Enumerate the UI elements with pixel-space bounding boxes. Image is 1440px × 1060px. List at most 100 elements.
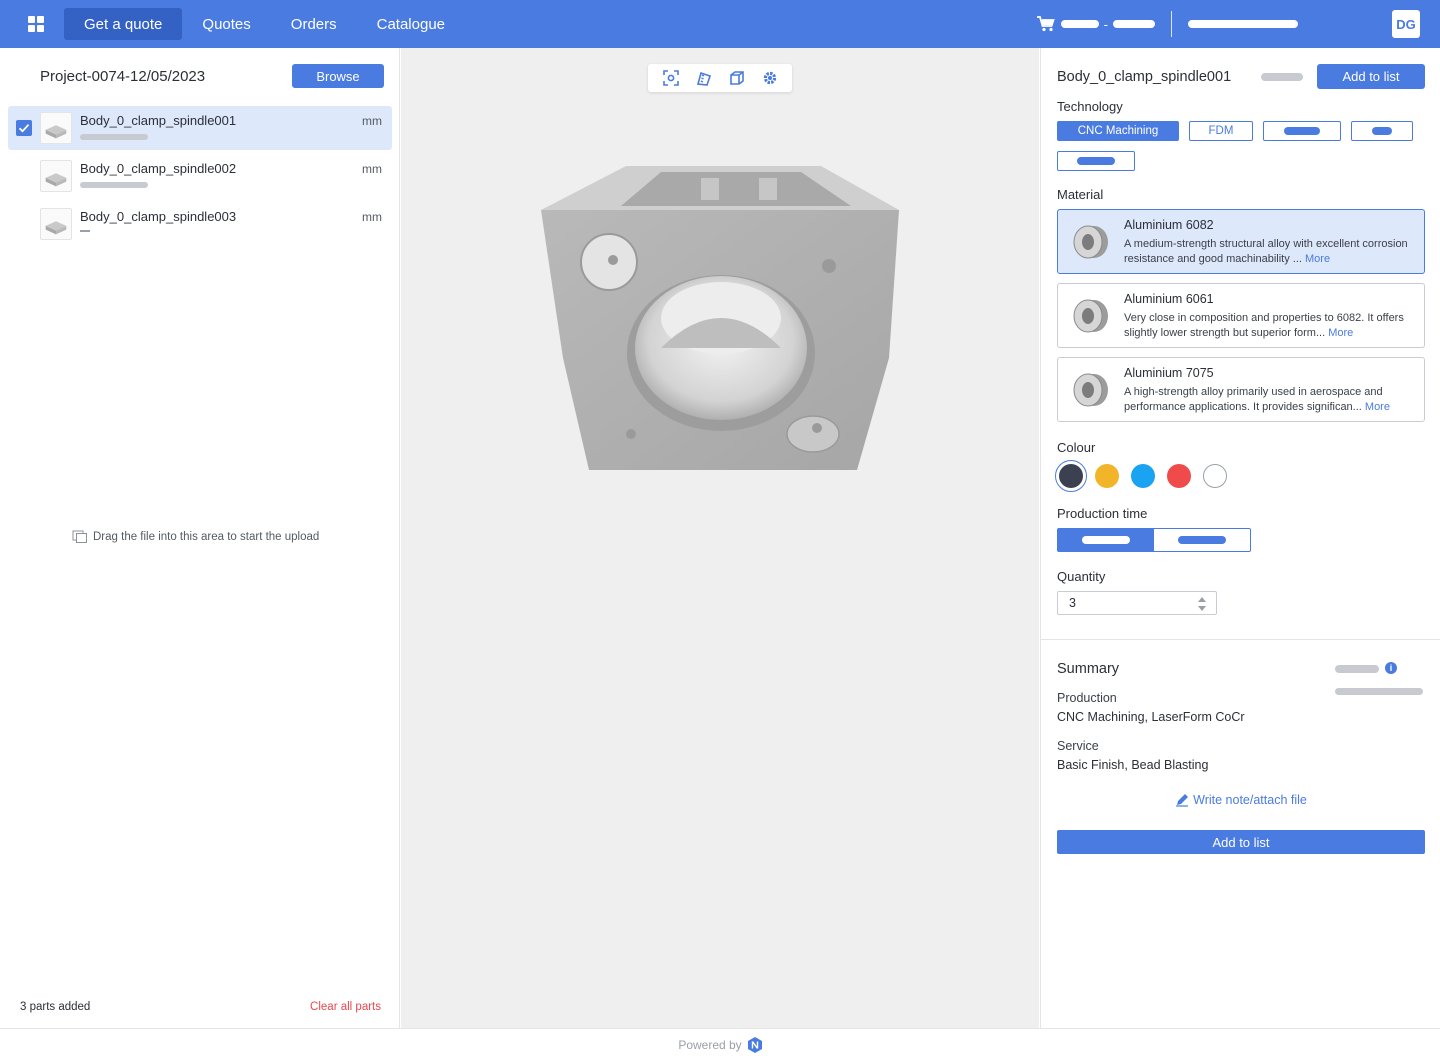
drop-zone-hint[interactable]: Drag the file into this area to start th… bbox=[72, 530, 319, 544]
tech-chip-cnc-machining[interactable]: CNC Machining bbox=[1057, 121, 1179, 141]
part-row[interactable]: Body_0_clamp_spindle002 mm bbox=[8, 154, 392, 198]
tech-chip-option-4[interactable] bbox=[1351, 121, 1413, 141]
material-description: A high-strength alloy primarily used in … bbox=[1124, 385, 1414, 415]
summary-total-placeholder bbox=[1335, 665, 1379, 673]
colour-label: Colour bbox=[1057, 440, 1096, 455]
part-price-placeholder bbox=[1261, 73, 1303, 81]
material-thumbnail bbox=[1073, 299, 1108, 333]
apps-grid-icon[interactable] bbox=[28, 16, 44, 32]
browse-button[interactable]: Browse bbox=[292, 64, 384, 88]
part-name: Body_0_clamp_spindle003 bbox=[80, 209, 237, 224]
configuration-panel: Body_0_clamp_spindle001 Add to list Tech… bbox=[1040, 48, 1440, 1028]
write-note-link[interactable]: Write note/attach file bbox=[1041, 793, 1440, 807]
option-label-placeholder bbox=[1178, 536, 1226, 544]
top-navigation-bar: Get a quote Quotes Orders Catalogue - DG bbox=[0, 0, 1440, 48]
info-icon[interactable]: i bbox=[1385, 662, 1397, 674]
stepper-arrows-icon[interactable] bbox=[1198, 596, 1206, 612]
material-more-link[interactable]: More bbox=[1328, 327, 1353, 339]
cart-separator: - bbox=[1103, 16, 1108, 32]
parts-panel: Project-0074-12/05/2023 Browse Body_0_cl… bbox=[0, 48, 400, 1028]
material-more-link[interactable]: More bbox=[1305, 253, 1330, 265]
summary-total-detail-placeholder bbox=[1335, 688, 1423, 695]
part-row[interactable]: Body_0_clamp_spindle001 mm bbox=[8, 106, 392, 150]
model-viewer[interactable] bbox=[401, 48, 1039, 1028]
tech-chip-option-3[interactable] bbox=[1263, 121, 1341, 141]
write-note-text: Write note/attach file bbox=[1193, 793, 1307, 807]
top-right-area: - DG bbox=[1036, 0, 1440, 48]
material-more-link[interactable]: More bbox=[1365, 401, 1390, 413]
part-thumbnail bbox=[40, 112, 72, 144]
powered-by-text: Powered by bbox=[678, 1037, 742, 1052]
material-description-text: A medium-strength structural alloy with … bbox=[1124, 238, 1408, 265]
colour-swatch-yellow[interactable] bbox=[1095, 464, 1119, 488]
tech-label-placeholder bbox=[1284, 127, 1320, 135]
part-thumbnail bbox=[40, 160, 72, 192]
material-label: Material bbox=[1057, 187, 1104, 202]
add-to-list-bottom-button[interactable]: Add to list bbox=[1057, 830, 1425, 854]
summary-title: Summary bbox=[1057, 661, 1120, 677]
top-divider bbox=[1171, 11, 1172, 37]
part-unit[interactable]: mm bbox=[362, 210, 382, 224]
colour-swatch-blue[interactable] bbox=[1131, 464, 1155, 488]
cart-total-placeholder bbox=[1113, 20, 1155, 28]
measure-icon[interactable] bbox=[696, 70, 712, 86]
avatar[interactable]: DG bbox=[1392, 10, 1420, 38]
production-time-toggle bbox=[1057, 528, 1251, 552]
material-card-aluminium-6061[interactable]: Aluminium 6061 Very close in composition… bbox=[1057, 283, 1425, 348]
production-time-option-1[interactable] bbox=[1058, 529, 1154, 551]
summary-production-value: CNC Machining, LaserForm CoCr bbox=[1057, 710, 1245, 724]
parts-count: 3 parts added bbox=[20, 1001, 91, 1013]
pencil-icon bbox=[1176, 794, 1189, 807]
colour-swatch-dark-grey[interactable] bbox=[1055, 460, 1087, 492]
tech-label-placeholder bbox=[1077, 157, 1115, 165]
tab-catalogue[interactable]: Catalogue bbox=[357, 8, 465, 40]
summary-service-label: Service bbox=[1057, 739, 1099, 753]
colour-swatch-red[interactable] bbox=[1167, 464, 1191, 488]
quantity-label: Quantity bbox=[1057, 569, 1106, 584]
tab-quotes[interactable]: Quotes bbox=[182, 8, 270, 40]
tab-get-a-quote[interactable]: Get a quote bbox=[64, 8, 183, 40]
part-meta-placeholder bbox=[80, 230, 90, 232]
cart-icon[interactable] bbox=[1036, 16, 1055, 32]
cube-view-icon[interactable] bbox=[729, 70, 745, 86]
part-unit[interactable]: mm bbox=[362, 162, 382, 176]
quantity-stepper[interactable]: 3 bbox=[1057, 591, 1217, 615]
part-3d-model[interactable] bbox=[531, 158, 911, 478]
quantity-value: 3 bbox=[1069, 596, 1076, 610]
tech-label-placeholder bbox=[1372, 127, 1392, 135]
copy-files-icon bbox=[72, 530, 87, 543]
material-card-aluminium-6082[interactable]: Aluminium 6082 A medium-strength structu… bbox=[1057, 209, 1425, 274]
production-time-option-2[interactable] bbox=[1154, 529, 1250, 551]
part-meta-placeholder bbox=[80, 134, 148, 140]
part-checkbox[interactable] bbox=[16, 120, 32, 136]
material-thumbnail bbox=[1073, 225, 1108, 259]
part-thumbnail bbox=[40, 208, 72, 240]
material-name: Aluminium 7075 bbox=[1124, 366, 1214, 380]
material-description-text: A high-strength alloy primarily used in … bbox=[1124, 386, 1383, 413]
fit-view-icon[interactable] bbox=[662, 70, 679, 86]
brand-logo-icon bbox=[747, 1036, 762, 1053]
tech-chip-option-5[interactable] bbox=[1057, 151, 1135, 171]
part-unit[interactable]: mm bbox=[362, 114, 382, 128]
account-name-placeholder[interactable] bbox=[1188, 20, 1298, 28]
drop-hint-text: Drag the file into this area to start th… bbox=[93, 531, 320, 543]
part-name: Body_0_clamp_spindle002 bbox=[80, 161, 237, 176]
material-name: Aluminium 6082 bbox=[1124, 218, 1214, 232]
cart-count-placeholder bbox=[1060, 20, 1099, 28]
settings-gear-icon[interactable] bbox=[762, 70, 778, 86]
clear-all-parts-link[interactable]: Clear all parts bbox=[310, 1001, 381, 1013]
part-name: Body_0_clamp_spindle001 bbox=[80, 113, 237, 128]
material-card-aluminium-7075[interactable]: Aluminium 7075 A high-strength alloy pri… bbox=[1057, 357, 1425, 422]
material-thumbnail bbox=[1073, 373, 1108, 407]
part-meta-placeholder bbox=[80, 182, 148, 188]
material-description: A medium-strength structural alloy with … bbox=[1124, 237, 1414, 267]
option-label-placeholder bbox=[1082, 536, 1130, 544]
tech-chip-fdm[interactable]: FDM bbox=[1189, 121, 1253, 141]
technology-label: Technology bbox=[1057, 99, 1123, 114]
part-row[interactable]: Body_0_clamp_spindle003 mm bbox=[8, 202, 392, 246]
material-name: Aluminium 6061 bbox=[1124, 292, 1214, 306]
colour-swatch-white[interactable] bbox=[1203, 464, 1227, 488]
tab-orders[interactable]: Orders bbox=[271, 8, 357, 40]
material-description: Very close in composition and properties… bbox=[1124, 311, 1414, 341]
add-to-list-button[interactable]: Add to list bbox=[1317, 64, 1425, 89]
